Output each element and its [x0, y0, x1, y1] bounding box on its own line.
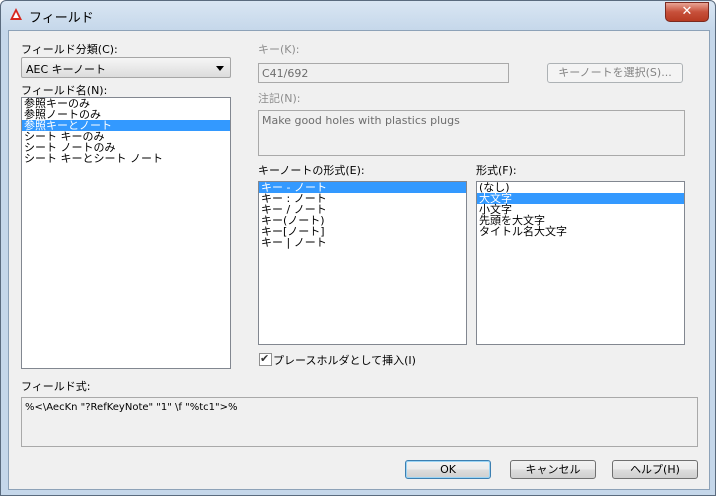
key-label: キー(K):	[258, 43, 300, 56]
chevron-down-icon	[216, 66, 224, 71]
key-value: C41/692	[262, 67, 309, 80]
field-name-item[interactable]: シート キーとシート ノート	[22, 153, 230, 164]
select-keynote-button[interactable]: キーノートを選択(S)...	[547, 63, 683, 83]
field-name-label: フィールド名(N):	[21, 84, 108, 97]
help-button[interactable]: ヘルプ(H)	[612, 460, 698, 479]
field-expression-box[interactable]: %<\AecKn "?RefKeyNote" "1" \f "%tc1">%	[21, 397, 698, 447]
placeholder-checkbox[interactable]: ✔	[259, 352, 272, 366]
field-expression-value: %<\AecKn "?RefKeyNote" "1" \f "%tc1">%	[25, 402, 238, 413]
key-input[interactable]: C41/692	[258, 63, 509, 83]
field-expression-label: フィールド式:	[21, 380, 91, 393]
dialog-client-area: フィールド分類(C): AEC キーノート フィールド名(N): 参照キーのみ参…	[8, 30, 710, 490]
autocad-app-icon	[10, 8, 22, 20]
field-category-value: AEC キーノート	[26, 63, 106, 76]
keynote-format-label: キーノートの形式(E):	[258, 164, 365, 177]
note-label: 注記(N):	[258, 92, 301, 105]
note-value: Make good holes with plastics plugs	[262, 114, 460, 127]
window-title: フィールド	[29, 11, 94, 26]
field-category-label: フィールド分類(C):	[21, 43, 118, 56]
checkmark-icon: ✔	[260, 352, 270, 365]
field-dialog-window: フィールド ✕ フィールド分類(C): AEC キーノート フィールド名(N):…	[0, 0, 716, 496]
close-icon: ✕	[681, 4, 693, 19]
title-bar[interactable]: フィールド ✕	[1, 1, 715, 29]
close-button[interactable]: ✕	[665, 2, 709, 22]
field-name-list[interactable]: 参照キーのみ 参照ノートのみ 参照キーとノート シート キーのみ シート ノートのみ シー…	[21, 97, 231, 369]
ok-button[interactable]: OK	[405, 460, 491, 479]
placeholder-checkbox-label[interactable]: プレースホルダとして挿入(I)	[273, 352, 416, 368]
cancel-button[interactable]: キャンセル	[510, 460, 596, 479]
format-list[interactable]: (なし) 大文字 小文字 先頭を大文字 タイトル名大文字	[476, 181, 685, 345]
keynote-format-item[interactable]: キー | ノート	[259, 237, 466, 248]
field-category-combo[interactable]: AEC キーノート	[21, 57, 231, 78]
format-label: 形式(F):	[476, 164, 517, 177]
format-item[interactable]: タイトル名大文字	[477, 226, 684, 237]
keynote-format-list[interactable]: キー - ノート キー : ノート キー / ノート キー(ノート) キー[ノート] キー…	[258, 181, 467, 345]
note-input[interactable]: Make good holes with plastics plugs	[258, 110, 685, 156]
